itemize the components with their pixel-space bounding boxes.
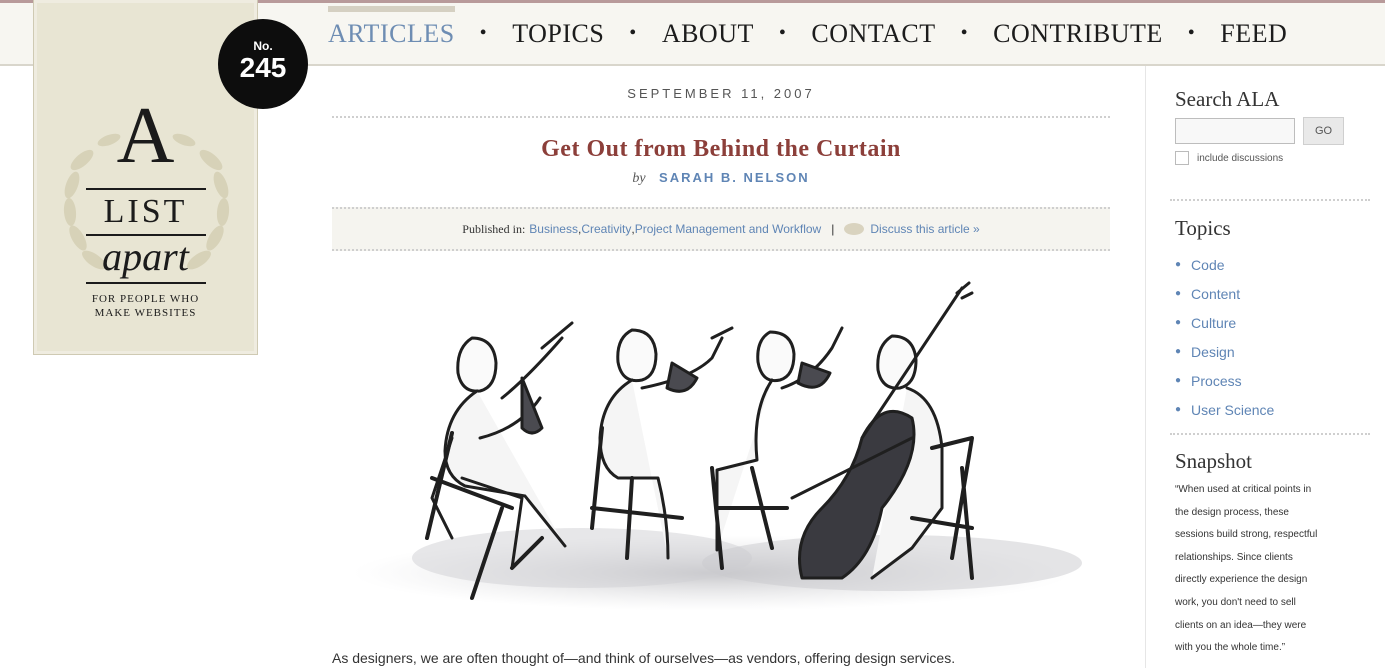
search-input[interactable] <box>1175 118 1295 144</box>
issue-prefix: No. <box>253 39 273 53</box>
snapshot-quote: “When used at critical points in the des… <box>1175 479 1365 660</box>
published-bar: Published in: Business, Creativity, Proj… <box>332 207 1110 251</box>
topics-heading: Topics <box>1175 216 1231 240</box>
divider <box>332 116 1110 118</box>
category-link-business[interactable]: Business <box>529 222 578 236</box>
list-item: ● User Science <box>1175 395 1274 424</box>
topic-link-content[interactable]: Content <box>1191 286 1240 302</box>
nav-separator: • <box>1187 22 1196 44</box>
category-link-project-management[interactable]: Project Management and Workflow <box>635 222 822 236</box>
snapshot-line: with you the whole time.” <box>1175 642 1286 654</box>
pipe-separator: | <box>831 222 835 236</box>
topic-link-culture[interactable]: Culture <box>1191 315 1236 331</box>
nav-separator: • <box>629 22 637 44</box>
byline-by: by <box>632 171 646 186</box>
nav-separator: • <box>778 22 787 44</box>
topic-link-user-science[interactable]: User Science <box>1191 402 1274 418</box>
list-item: ● Code <box>1175 250 1274 279</box>
logo-tagline-line1: FOR PEOPLE WHO <box>91 293 200 305</box>
logo-tagline-line2: MAKE WEBSITES <box>94 307 197 319</box>
snapshot-line: the design process, these <box>1175 506 1289 518</box>
topics-list: ● Code ● Content ● Culture ● Design ● Process… <box>1175 250 1274 424</box>
bullet-icon: ● <box>1175 317 1182 328</box>
list-item: ● Design <box>1175 337 1274 366</box>
include-discussions-checkbox[interactable] <box>1175 151 1189 165</box>
snapshot-line: work, you don't need to sell <box>1175 596 1296 608</box>
issue-number: 245 <box>239 52 287 83</box>
category-link-creativity[interactable]: Creativity <box>581 222 631 236</box>
sidebar-divider <box>1145 66 1146 668</box>
go-button[interactable]: GO <box>1303 117 1344 145</box>
list-item: ● Content <box>1175 279 1274 308</box>
bullet-icon: ● <box>1175 346 1182 357</box>
published-label: Published in: <box>462 221 526 236</box>
article-byline: by SARAH B. NELSON <box>332 170 1110 187</box>
logo-word-apart: apart <box>102 234 189 279</box>
search-heading: Search ALA <box>1175 87 1280 111</box>
logo-word-list: LIST <box>103 193 188 230</box>
list-item: ● Culture <box>1175 308 1274 337</box>
snapshot-line: clients on an idea—they were <box>1175 619 1307 631</box>
article-date: SEPTEMBER 11, 2007 <box>627 86 815 101</box>
bullet-icon: ● <box>1175 404 1182 415</box>
snapshot-line: sessions build strong, respectful <box>1175 529 1318 541</box>
snapshot-line: “When used at critical points in <box>1175 484 1312 495</box>
nav-contribute[interactable]: CONTRIBUTE <box>993 19 1163 49</box>
sidebar-divider-dotted <box>1170 433 1370 435</box>
nav-topics[interactable]: TOPICS <box>512 19 604 49</box>
topic-link-design[interactable]: Design <box>1191 344 1235 360</box>
snapshot-heading: Snapshot <box>1175 449 1253 473</box>
topic-link-process[interactable]: Process <box>1191 373 1242 389</box>
bullet-icon: ● <box>1175 259 1182 270</box>
bullet-icon: ● <box>1175 375 1182 386</box>
bubble-icon <box>844 223 865 235</box>
nav-about[interactable]: ABOUT <box>662 19 754 49</box>
nav-feed[interactable]: FEED <box>1220 19 1287 49</box>
topic-link-code[interactable]: Code <box>1191 257 1224 273</box>
snapshot-line: directly experience the design <box>1175 574 1308 586</box>
include-discussions-label: include discussions <box>1197 152 1284 164</box>
discuss-link[interactable]: Discuss this article » <box>870 222 979 236</box>
snapshot-line: relationships. Since clients <box>1175 551 1293 563</box>
logo-rule <box>86 188 206 190</box>
nav-separator: • <box>960 22 969 44</box>
logo-rule <box>86 282 206 284</box>
list-item: ● Process <box>1175 366 1274 395</box>
bullet-icon: ● <box>1175 288 1182 299</box>
article-illustration <box>352 281 1082 611</box>
main-nav: ARTICLES • TOPICS • ABOUT • CONTACT • CO… <box>328 3 1328 64</box>
nav-articles[interactable]: ARTICLES <box>328 5 455 49</box>
issue-badge[interactable]: No. 245 <box>218 19 308 109</box>
article-title[interactable]: Get Out from Behind the Curtain <box>332 136 1110 163</box>
author-link[interactable]: SARAH B. NELSON <box>659 170 810 185</box>
logo-tagline: FOR PEOPLE WHO MAKE WEBSITES <box>34 292 257 320</box>
nav-separator: • <box>479 22 488 44</box>
logo-letter: A <box>116 92 175 180</box>
include-discussions-option[interactable]: include discussions <box>1175 151 1283 165</box>
nav-contact[interactable]: CONTACT <box>811 19 935 49</box>
article-lead-paragraph: As designers, we are often thought of—an… <box>332 650 956 666</box>
sidebar-divider-dotted <box>1170 199 1370 201</box>
